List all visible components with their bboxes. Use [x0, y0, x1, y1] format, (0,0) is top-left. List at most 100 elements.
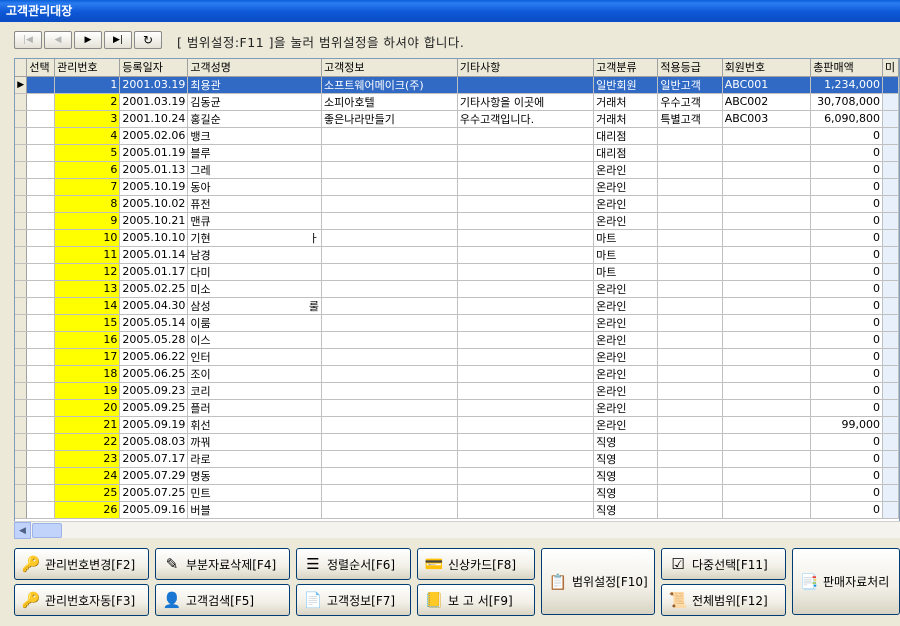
cell-etc[interactable] — [457, 246, 595, 264]
cell-info[interactable]: 좋은나라만들기 — [321, 110, 458, 128]
cell-select[interactable] — [26, 195, 56, 213]
row-indicator[interactable] — [15, 314, 28, 332]
table-row[interactable]: 15 2005.05.14 이룸 온라인 0 — [15, 314, 899, 332]
cell-date[interactable]: 2005.09.23 — [119, 382, 189, 400]
cell-no[interactable]: 3 — [54, 110, 121, 128]
cell-no[interactable]: 20 — [54, 399, 121, 417]
cell-info[interactable] — [321, 178, 458, 196]
cell-info[interactable]: 소피아호텔 — [321, 93, 458, 111]
sort-order-button[interactable]: ☰ 정렬순서[F6] — [296, 548, 411, 580]
cell-no[interactable]: 2 — [54, 93, 121, 111]
cell-member[interactable] — [722, 433, 812, 451]
cell-grade[interactable]: 우수고객 — [657, 93, 723, 111]
cell-total[interactable]: 0 — [810, 144, 884, 162]
cell-grade[interactable] — [657, 331, 723, 349]
cell-grade[interactable] — [657, 161, 723, 179]
cell-member[interactable] — [722, 484, 812, 502]
cell-select[interactable] — [26, 127, 56, 145]
sales-processing-button[interactable]: 📑 판매자료처리 — [792, 548, 900, 615]
cell-total[interactable]: 99,000 — [810, 416, 884, 434]
table-row[interactable]: 13 2005.02.25 미소 온라인 0 — [15, 280, 899, 298]
cell-member[interactable] — [722, 501, 812, 519]
cell-no[interactable]: 18 — [54, 365, 121, 383]
cell-name[interactable]: 라로 — [187, 450, 322, 468]
cell-select[interactable] — [26, 144, 56, 162]
row-indicator[interactable] — [15, 195, 28, 213]
cell-name[interactable]: 남경 — [187, 246, 322, 264]
col-header-reg-date[interactable]: 등록일자 — [119, 59, 189, 77]
cell-info[interactable] — [321, 382, 458, 400]
cell-extra[interactable] — [882, 212, 899, 230]
row-indicator[interactable] — [15, 127, 28, 145]
cell-date[interactable]: 2001.10.24 — [119, 110, 189, 128]
cell-grade[interactable] — [657, 144, 723, 162]
cell-cat[interactable]: 마트 — [593, 246, 659, 264]
table-row[interactable]: 16 2005.05.28 이스 온라인 0 — [15, 331, 899, 349]
cell-info[interactable] — [321, 365, 458, 383]
cell-etc[interactable] — [457, 212, 595, 230]
auto-mgmt-no-button[interactable]: 🔑 관리번호자동[F3] — [14, 584, 149, 616]
cell-extra[interactable] — [882, 110, 899, 128]
cell-member[interactable] — [722, 331, 812, 349]
cell-extra[interactable] — [882, 297, 899, 315]
cell-name[interactable]: 기현 ㅏ — [187, 229, 322, 247]
cell-no[interactable]: 1 — [54, 76, 121, 94]
cell-grade[interactable] — [657, 297, 723, 315]
cell-etc[interactable] — [457, 365, 595, 383]
cell-select[interactable] — [26, 348, 56, 366]
customer-grid[interactable]: 선택 관리번호 등록일자 고객성명 고객정보 기타사항 고객분류 적용등급 회원… — [14, 58, 900, 538]
cell-info[interactable] — [321, 280, 458, 298]
col-header-member-no[interactable]: 회원번호 — [722, 59, 812, 77]
cell-total[interactable]: 30,708,000 — [810, 93, 884, 111]
cell-extra[interactable] — [882, 195, 899, 213]
cell-total[interactable]: 0 — [810, 195, 884, 213]
cell-extra[interactable] — [882, 161, 899, 179]
cell-date[interactable]: 2005.10.21 — [119, 212, 189, 230]
report-button[interactable]: 📒 보 고 서[F9] — [417, 584, 535, 616]
cell-cat[interactable]: 거래처 — [593, 110, 659, 128]
cell-extra[interactable] — [882, 416, 899, 434]
horizontal-scrollbar[interactable]: ◀ — [14, 521, 900, 539]
table-row[interactable]: 17 2005.06.22 인터 온라인 0 — [15, 348, 899, 366]
cell-date[interactable]: 2005.10.10 — [119, 229, 189, 247]
row-indicator[interactable] — [15, 501, 28, 519]
cell-total[interactable]: 0 — [810, 399, 884, 417]
table-row[interactable]: 14 2005.04.30 삼성 룰 온라인 0 — [15, 297, 899, 315]
col-header-grade[interactable]: 적용등급 — [657, 59, 723, 77]
cell-cat[interactable]: 온라인 — [593, 280, 659, 298]
cell-select[interactable] — [26, 263, 56, 281]
cell-extra[interactable] — [882, 93, 899, 111]
cell-no[interactable]: 12 — [54, 263, 121, 281]
first-record-icon[interactable]: |◀ — [14, 31, 42, 49]
cell-member[interactable] — [722, 416, 812, 434]
cell-extra[interactable] — [882, 280, 899, 298]
cell-select[interactable] — [26, 365, 56, 383]
cell-cat[interactable]: 온라인 — [593, 161, 659, 179]
cell-etc[interactable] — [457, 416, 595, 434]
cell-member[interactable] — [722, 178, 812, 196]
row-indicator[interactable] — [15, 382, 28, 400]
cell-member[interactable] — [722, 365, 812, 383]
col-header-select[interactable]: 선택 — [26, 59, 56, 77]
cell-cat[interactable]: 온라인 — [593, 178, 659, 196]
cell-etc[interactable] — [457, 127, 595, 145]
cell-total[interactable]: 0 — [810, 127, 884, 145]
cell-date[interactable]: 2005.02.25 — [119, 280, 189, 298]
col-header-category[interactable]: 고객분류 — [593, 59, 659, 77]
cell-etc[interactable] — [457, 348, 595, 366]
cell-date[interactable]: 2005.07.25 — [119, 484, 189, 502]
cell-info[interactable] — [321, 263, 458, 281]
cell-cat[interactable]: 대리점 — [593, 144, 659, 162]
cell-extra[interactable] — [882, 365, 899, 383]
cell-name[interactable]: 플러 — [187, 399, 322, 417]
cell-extra[interactable] — [882, 399, 899, 417]
row-indicator[interactable] — [15, 416, 28, 434]
table-row[interactable]: 20 2005.09.25 플러 온라인 0 — [15, 399, 899, 417]
change-mgmt-no-button[interactable]: 🔑 관리번호변경[F2] — [14, 548, 149, 580]
cell-info[interactable] — [321, 416, 458, 434]
cell-name[interactable]: 미소 — [187, 280, 322, 298]
cell-cat[interactable]: 온라인 — [593, 331, 659, 349]
cell-etc[interactable] — [457, 433, 595, 451]
cell-date[interactable]: 2005.01.13 — [119, 161, 189, 179]
cell-etc[interactable] — [457, 467, 595, 485]
